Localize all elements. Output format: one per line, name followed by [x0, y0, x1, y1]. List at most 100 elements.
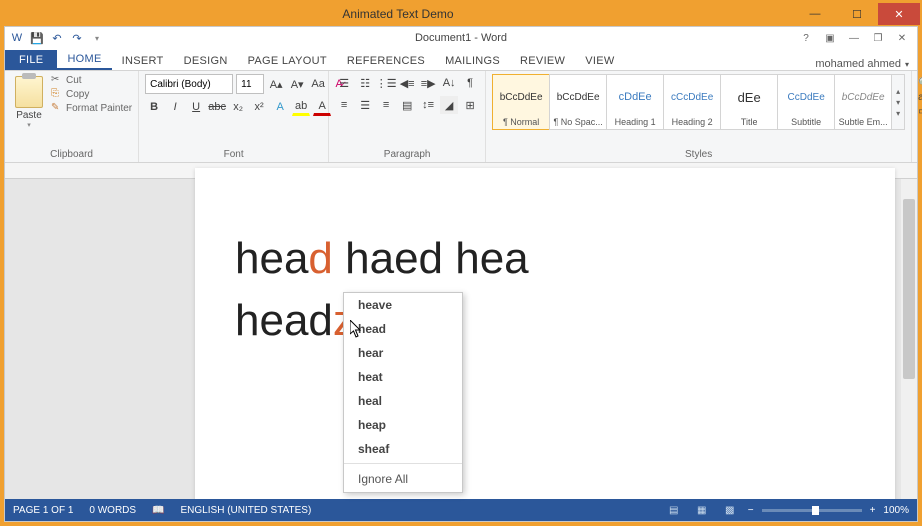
grow-font-button[interactable]: A▴ [267, 75, 285, 93]
suggestion-hear[interactable]: hear [344, 341, 462, 365]
status-page[interactable]: PAGE 1 OF 1 [13, 505, 73, 516]
qat-undo-icon[interactable]: ↶ [49, 30, 65, 46]
tab-review[interactable]: REVIEW [510, 52, 575, 70]
shading-button[interactable]: ◢ [440, 96, 458, 114]
document-line-2[interactable]: headz [235, 290, 855, 352]
ribbon-tabs: FILE HOME INSERT DESIGN PAGE LAYOUT REFE… [5, 49, 917, 71]
italic-button[interactable]: I [166, 98, 184, 116]
zoom-in-button[interactable]: + [870, 505, 876, 516]
misspelled-char-1: d [308, 234, 332, 283]
tab-design[interactable]: DESIGN [174, 52, 238, 70]
ignore-all-button[interactable]: Ignore All [344, 466, 462, 492]
style-subtle-emphasis[interactable]: bCcDdEeSubtle Em... [834, 74, 892, 130]
align-right-button[interactable]: ≡ [377, 96, 395, 114]
show-hide-button[interactable]: ¶ [461, 74, 479, 92]
tab-home[interactable]: HOME [57, 50, 111, 70]
paste-button[interactable]: Paste ▾ [11, 74, 47, 131]
font-size-select[interactable] [236, 74, 264, 94]
zoom-slider[interactable] [762, 509, 862, 512]
cut-button[interactable]: ✂Cut [51, 74, 132, 86]
qat-redo-icon[interactable]: ↷ [69, 30, 85, 46]
style-no-spacing[interactable]: bCcDdEe¶ No Spac... [549, 74, 607, 130]
style-title[interactable]: dEeTitle [720, 74, 778, 130]
style-heading-1[interactable]: cDdEeHeading 1 [606, 74, 664, 130]
replace-icon: ab [918, 92, 922, 103]
suggestion-heat[interactable]: heat [344, 365, 462, 389]
highlight-button[interactable]: ab [292, 98, 310, 116]
tab-mailings[interactable]: MAILINGS [435, 52, 510, 70]
scissors-icon: ✂ [51, 74, 63, 86]
suggestion-sheaf[interactable]: sheaf [344, 437, 462, 461]
align-center-button[interactable]: ☰ [356, 96, 374, 114]
style-normal[interactable]: bCcDdEe¶ Normal [492, 74, 550, 130]
view-web-layout[interactable]: ▩ [720, 502, 740, 518]
word-icon[interactable]: W [9, 30, 25, 46]
status-word-count[interactable]: 0 WORDS [89, 505, 136, 516]
outer-maximize-button[interactable]: ☐ [836, 3, 878, 25]
justify-button[interactable]: ▤ [398, 96, 416, 114]
ribbon-display-button[interactable]: ▣ [819, 29, 841, 47]
line-spacing-button[interactable]: ↕≡ [419, 96, 437, 114]
copy-button[interactable]: ⎘Copy [51, 88, 132, 100]
suggestion-heave[interactable]: heave [344, 293, 462, 317]
style-heading-2[interactable]: cCcDdEeHeading 2 [663, 74, 721, 130]
shrink-font-button[interactable]: A▾ [288, 75, 306, 93]
find-button[interactable]: 🔍Find▾ [918, 78, 922, 89]
numbering-button[interactable]: ☷ [356, 74, 374, 92]
scrollbar-thumb[interactable] [903, 199, 915, 379]
increase-indent-button[interactable]: ≡▶ [419, 74, 437, 92]
select-button[interactable]: ▭Select▾ [918, 106, 922, 117]
sort-button[interactable]: A↓ [440, 74, 458, 92]
magnifier-icon: 🔍 [918, 78, 922, 89]
decrease-indent-button[interactable]: ◀≡ [398, 74, 416, 92]
bold-button[interactable]: B [145, 98, 163, 116]
subscript-button[interactable]: x₂ [229, 98, 247, 116]
tab-view[interactable]: VIEW [575, 52, 624, 70]
text-effects-button[interactable]: A [271, 98, 289, 116]
view-read-mode[interactable]: ▤ [664, 502, 684, 518]
align-left-button[interactable]: ≡ [335, 96, 353, 114]
borders-button[interactable]: ⊞ [461, 96, 479, 114]
suggestion-heal[interactable]: heal [344, 389, 462, 413]
vertical-scrollbar[interactable] [901, 179, 917, 499]
paragraph-group-label: Paragraph [335, 149, 479, 160]
multilevel-list-button[interactable]: ⋮☰ [377, 74, 395, 92]
zoom-out-button[interactable]: − [748, 505, 754, 516]
word-titlebar: W 💾 ↶ ↷ ▾ Document1 - Word ? ▣ — ❐ ✕ [5, 27, 917, 49]
status-spellcheck-icon[interactable]: 📖 [152, 505, 164, 516]
outer-titlebar: Animated Text Demo — ☐ ✕ [2, 2, 920, 26]
word-restore-button[interactable]: ❐ [867, 29, 889, 47]
tab-references[interactable]: REFERENCES [337, 52, 435, 70]
ribbon-body: Paste ▾ ✂Cut ⎘Copy ✎Format Painter Clipb… [5, 71, 917, 163]
tab-insert[interactable]: INSERT [112, 52, 174, 70]
document-line-1[interactable]: head haed hea [235, 228, 855, 290]
status-language[interactable]: ENGLISH (UNITED STATES) [181, 505, 312, 516]
word-close-button[interactable]: ✕ [891, 29, 913, 47]
signed-in-user[interactable]: mohamed ahmed▾ [815, 58, 909, 70]
qat-save-icon[interactable]: 💾 [29, 30, 45, 46]
replace-button[interactable]: abReplace [918, 92, 922, 103]
format-painter-button[interactable]: ✎Format Painter [51, 102, 132, 114]
font-name-select[interactable] [145, 74, 233, 94]
help-button[interactable]: ? [795, 29, 817, 47]
view-print-layout[interactable]: ▦ [692, 502, 712, 518]
outer-close-button[interactable]: ✕ [878, 3, 920, 25]
bullets-button[interactable]: ☰ [335, 74, 353, 92]
strikethrough-button[interactable]: abc [208, 98, 226, 116]
suggestion-heap[interactable]: heap [344, 413, 462, 437]
change-case-button[interactable]: Aa [309, 75, 327, 93]
outer-minimize-button[interactable]: — [794, 3, 836, 25]
tab-page-layout[interactable]: PAGE LAYOUT [238, 52, 337, 70]
suggestion-head[interactable]: head [344, 317, 462, 341]
qat-customize-icon[interactable]: ▾ [89, 30, 105, 46]
zoom-level[interactable]: 100% [883, 505, 909, 516]
underline-button[interactable]: U [187, 98, 205, 116]
styles-group-label: Styles [492, 149, 905, 160]
styles-gallery-more[interactable]: ▴▾▾ [891, 74, 905, 130]
tab-file[interactable]: FILE [5, 50, 57, 70]
style-subtitle[interactable]: CcDdEeSubtitle [777, 74, 835, 130]
document-title: Document1 - Word [415, 32, 507, 44]
superscript-button[interactable]: x² [250, 98, 268, 116]
word-minimize-button[interactable]: — [843, 29, 865, 47]
document-page[interactable]: head haed hea headz [195, 168, 895, 499]
